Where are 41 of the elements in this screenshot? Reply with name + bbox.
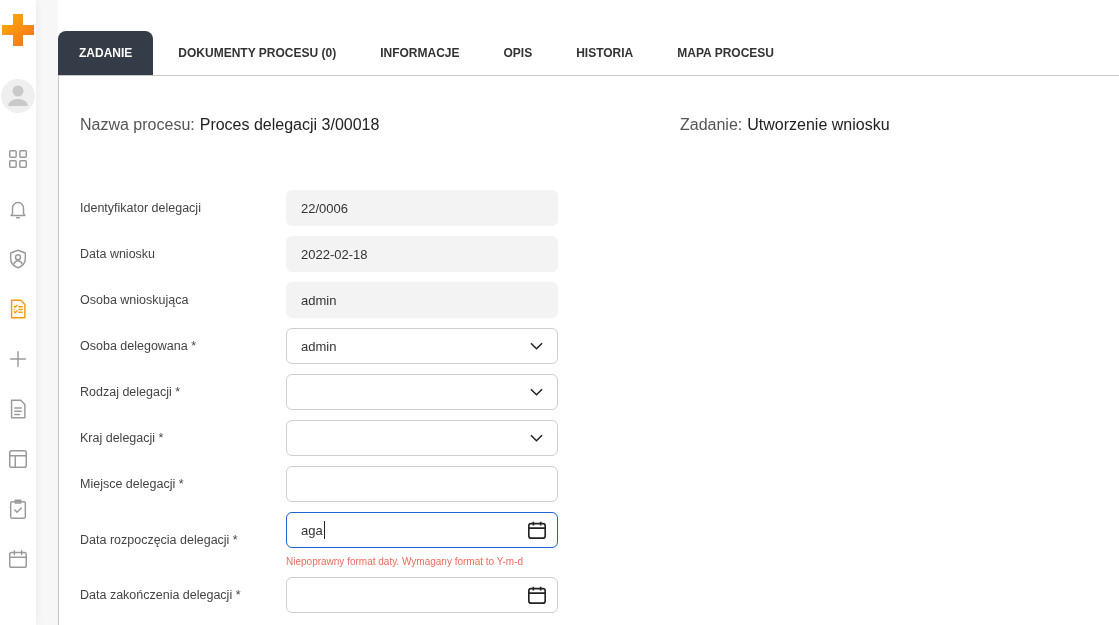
dropdown[interactable]: admin — [286, 328, 558, 364]
tab[interactable]: HISTORIA — [554, 31, 656, 75]
field-label: Data wniosku — [80, 247, 157, 261]
date-field[interactable]: aga — [286, 512, 558, 548]
input-field[interactable] — [286, 466, 558, 502]
task-name: Utworzenie wniosku — [747, 116, 890, 133]
tab[interactable]: INFORMACJE — [358, 31, 482, 75]
readonly-field: admin — [286, 282, 558, 318]
field-label: Osoba delegowana * — [80, 339, 198, 353]
field-label: Identyfikator delegacji — [80, 201, 202, 215]
caret-icon — [530, 434, 543, 442]
tab[interactable]: OPIS — [481, 31, 555, 75]
process-name: Proces delegacji 3/00018 — [199, 116, 380, 133]
error-message: Niepoprawny format daty. Wymagany format to Y-m-d — [286, 556, 525, 567]
avatar-icon[interactable] — [0, 78, 36, 114]
caret-icon — [530, 388, 543, 396]
dropdown[interactable] — [286, 374, 558, 410]
date-field[interactable] — [286, 577, 558, 613]
calendar-icon[interactable] — [527, 520, 547, 540]
grid-icon[interactable] — [7, 148, 29, 170]
shield-user-icon[interactable] — [7, 248, 29, 270]
plus-icon[interactable] — [7, 348, 29, 370]
tab[interactable]: ZADANIE — [58, 31, 154, 75]
field-label: Rodzaj delegacji * — [80, 385, 182, 399]
calendar-icon[interactable] — [527, 585, 547, 605]
tab[interactable]: MAPA PROCESU — [655, 31, 796, 75]
clipboard-check-icon[interactable] — [7, 498, 29, 520]
logo-icon — [0, 12, 36, 48]
caret-icon — [530, 342, 543, 350]
field-label: Osoba wnioskująca — [80, 293, 190, 307]
dropdown[interactable] — [286, 420, 558, 456]
tab[interactable]: DOKUMENTY PROCESU (0) — [153, 31, 359, 75]
field-label: Data zakończenia delegacji * — [80, 588, 242, 602]
task-name-label: Zadanie: — [680, 116, 743, 133]
process-name-label: Nazwa procesu: — [80, 116, 195, 133]
field-label: Data rozpoczęcia delegacji * — [80, 532, 239, 547]
layout-icon[interactable] — [7, 448, 29, 470]
readonly-field: 22/0006 — [286, 190, 558, 226]
readonly-field: 2022-02-18 — [286, 236, 558, 272]
field-label: Miejsce delegacji * — [80, 477, 185, 491]
field-label: Kraj delegacji * — [80, 431, 165, 445]
